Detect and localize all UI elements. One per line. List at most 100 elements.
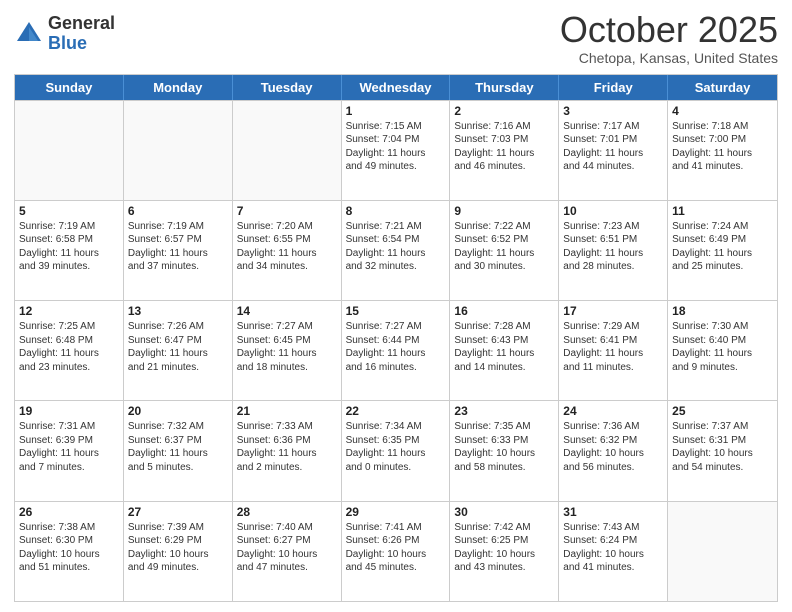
day-info: Sunrise: 7:27 AM Sunset: 6:44 PM Dayligh… <box>346 320 446 374</box>
day-info: Sunrise: 7:33 AM Sunset: 6:36 PM Dayligh… <box>237 420 337 474</box>
logo: General Blue <box>14 14 115 54</box>
day-number: 3 <box>563 104 663 118</box>
day-info: Sunrise: 7:19 AM Sunset: 6:57 PM Dayligh… <box>128 220 228 274</box>
day-info: Sunrise: 7:24 AM Sunset: 6:49 PM Dayligh… <box>672 220 773 274</box>
day-number: 21 <box>237 404 337 418</box>
day-info: Sunrise: 7:22 AM Sunset: 6:52 PM Dayligh… <box>454 220 554 274</box>
month-title: October 2025 <box>560 10 778 50</box>
day-number: 14 <box>237 304 337 318</box>
calendar-week-3: 12 Sunrise: 7:25 AM Sunset: 6:48 PM Dayli… <box>15 300 777 400</box>
day-number: 8 <box>346 204 446 218</box>
header-day-thursday: Thursday <box>450 75 559 100</box>
day-number: 7 <box>237 204 337 218</box>
day-cell-9: 9 Sunrise: 7:22 AM Sunset: 6:52 PM Daylig… <box>450 201 559 300</box>
day-number: 9 <box>454 204 554 218</box>
day-cell-empty <box>124 101 233 200</box>
header-day-sunday: Sunday <box>15 75 124 100</box>
day-number: 12 <box>19 304 119 318</box>
day-number: 6 <box>128 204 228 218</box>
calendar-week-4: 19 Sunrise: 7:31 AM Sunset: 6:39 PM Dayli… <box>15 400 777 500</box>
day-info: Sunrise: 7:31 AM Sunset: 6:39 PM Dayligh… <box>19 420 119 474</box>
day-info: Sunrise: 7:27 AM Sunset: 6:45 PM Dayligh… <box>237 320 337 374</box>
day-number: 2 <box>454 104 554 118</box>
logo-general-text: General <box>48 14 115 34</box>
day-number: 27 <box>128 505 228 519</box>
day-cell-19: 19 Sunrise: 7:31 AM Sunset: 6:39 PM Dayli… <box>15 401 124 500</box>
day-number: 5 <box>19 204 119 218</box>
day-info: Sunrise: 7:42 AM Sunset: 6:25 PM Dayligh… <box>454 521 554 575</box>
day-info: Sunrise: 7:25 AM Sunset: 6:48 PM Dayligh… <box>19 320 119 374</box>
day-cell-3: 3 Sunrise: 7:17 AM Sunset: 7:01 PM Daylig… <box>559 101 668 200</box>
day-number: 19 <box>19 404 119 418</box>
calendar-week-5: 26 Sunrise: 7:38 AM Sunset: 6:30 PM Dayli… <box>15 501 777 601</box>
day-info: Sunrise: 7:16 AM Sunset: 7:03 PM Dayligh… <box>454 120 554 174</box>
day-cell-15: 15 Sunrise: 7:27 AM Sunset: 6:44 PM Dayli… <box>342 301 451 400</box>
calendar-week-2: 5Sunrise: 7:19 AM Sunset: 6:58 PM Daylig… <box>15 200 777 300</box>
day-info: Sunrise: 7:28 AM Sunset: 6:43 PM Dayligh… <box>454 320 554 374</box>
day-cell-8: 8 Sunrise: 7:21 AM Sunset: 6:54 PM Daylig… <box>342 201 451 300</box>
title-block: October 2025 Chetopa, Kansas, United Sta… <box>560 10 778 66</box>
day-cell-30: 30 Sunrise: 7:42 AM Sunset: 6:25 PM Dayli… <box>450 502 559 601</box>
calendar-week-1: 1 Sunrise: 7:15 AM Sunset: 7:04 PM Daylig… <box>15 100 777 200</box>
day-number: 15 <box>346 304 446 318</box>
day-number: 30 <box>454 505 554 519</box>
header-day-saturday: Saturday <box>668 75 777 100</box>
day-info: Sunrise: 7:23 AM Sunset: 6:51 PM Dayligh… <box>563 220 663 274</box>
day-info: Sunrise: 7:39 AM Sunset: 6:29 PM Dayligh… <box>128 521 228 575</box>
day-cell-7: 7Sunrise: 7:20 AM Sunset: 6:55 PM Daylig… <box>233 201 342 300</box>
day-number: 4 <box>672 104 773 118</box>
day-cell-22: 22 Sunrise: 7:34 AM Sunset: 6:35 PM Dayli… <box>342 401 451 500</box>
day-cell-20: 20Sunrise: 7:32 AM Sunset: 6:37 PM Dayli… <box>124 401 233 500</box>
day-number: 11 <box>672 204 773 218</box>
day-number: 10 <box>563 204 663 218</box>
day-number: 26 <box>19 505 119 519</box>
calendar-body: 1 Sunrise: 7:15 AM Sunset: 7:04 PM Daylig… <box>15 100 777 601</box>
page: General Blue October 2025 Chetopa, Kansa… <box>0 0 792 612</box>
logo-blue-text: Blue <box>48 34 115 54</box>
day-info: Sunrise: 7:35 AM Sunset: 6:33 PM Dayligh… <box>454 420 554 474</box>
day-cell-26: 26 Sunrise: 7:38 AM Sunset: 6:30 PM Dayli… <box>15 502 124 601</box>
day-cell-18: 18Sunrise: 7:30 AM Sunset: 6:40 PM Dayli… <box>668 301 777 400</box>
day-cell-25: 25Sunrise: 7:37 AM Sunset: 6:31 PM Dayli… <box>668 401 777 500</box>
calendar-header: SundayMondayTuesdayWednesdayThursdayFrid… <box>15 75 777 100</box>
day-cell-24: 24Sunrise: 7:36 AM Sunset: 6:32 PM Dayli… <box>559 401 668 500</box>
header: General Blue October 2025 Chetopa, Kansa… <box>14 10 778 66</box>
day-info: Sunrise: 7:18 AM Sunset: 7:00 PM Dayligh… <box>672 120 773 174</box>
day-cell-empty <box>668 502 777 601</box>
day-info: Sunrise: 7:38 AM Sunset: 6:30 PM Dayligh… <box>19 521 119 575</box>
day-cell-6: 6 Sunrise: 7:19 AM Sunset: 6:57 PM Daylig… <box>124 201 233 300</box>
day-cell-5: 5Sunrise: 7:19 AM Sunset: 6:58 PM Daylig… <box>15 201 124 300</box>
day-info: Sunrise: 7:41 AM Sunset: 6:26 PM Dayligh… <box>346 521 446 575</box>
day-cell-empty <box>233 101 342 200</box>
day-number: 16 <box>454 304 554 318</box>
day-cell-10: 10 Sunrise: 7:23 AM Sunset: 6:51 PM Dayli… <box>559 201 668 300</box>
day-number: 17 <box>563 304 663 318</box>
day-cell-14: 14 Sunrise: 7:27 AM Sunset: 6:45 PM Dayli… <box>233 301 342 400</box>
day-cell-29: 29Sunrise: 7:41 AM Sunset: 6:26 PM Dayli… <box>342 502 451 601</box>
calendar: SundayMondayTuesdayWednesdayThursdayFrid… <box>14 74 778 602</box>
day-info: Sunrise: 7:15 AM Sunset: 7:04 PM Dayligh… <box>346 120 446 174</box>
day-info: Sunrise: 7:32 AM Sunset: 6:37 PM Dayligh… <box>128 420 228 474</box>
day-cell-23: 23Sunrise: 7:35 AM Sunset: 6:33 PM Dayli… <box>450 401 559 500</box>
logo-text: General Blue <box>48 14 115 54</box>
day-number: 1 <box>346 104 446 118</box>
day-cell-16: 16 Sunrise: 7:28 AM Sunset: 6:43 PM Dayli… <box>450 301 559 400</box>
day-info: Sunrise: 7:43 AM Sunset: 6:24 PM Dayligh… <box>563 521 663 575</box>
day-info: Sunrise: 7:40 AM Sunset: 6:27 PM Dayligh… <box>237 521 337 575</box>
day-cell-1: 1 Sunrise: 7:15 AM Sunset: 7:04 PM Daylig… <box>342 101 451 200</box>
day-info: Sunrise: 7:17 AM Sunset: 7:01 PM Dayligh… <box>563 120 663 174</box>
day-info: Sunrise: 7:36 AM Sunset: 6:32 PM Dayligh… <box>563 420 663 474</box>
day-number: 22 <box>346 404 446 418</box>
day-cell-13: 13Sunrise: 7:26 AM Sunset: 6:47 PM Dayli… <box>124 301 233 400</box>
day-info: Sunrise: 7:21 AM Sunset: 6:54 PM Dayligh… <box>346 220 446 274</box>
day-info: Sunrise: 7:34 AM Sunset: 6:35 PM Dayligh… <box>346 420 446 474</box>
day-cell-4: 4 Sunrise: 7:18 AM Sunset: 7:00 PM Daylig… <box>668 101 777 200</box>
day-number: 28 <box>237 505 337 519</box>
day-cell-2: 2 Sunrise: 7:16 AM Sunset: 7:03 PM Daylig… <box>450 101 559 200</box>
header-day-wednesday: Wednesday <box>342 75 451 100</box>
day-info: Sunrise: 7:29 AM Sunset: 6:41 PM Dayligh… <box>563 320 663 374</box>
logo-icon <box>14 19 44 49</box>
day-number: 25 <box>672 404 773 418</box>
day-cell-31: 31Sunrise: 7:43 AM Sunset: 6:24 PM Dayli… <box>559 502 668 601</box>
header-day-friday: Friday <box>559 75 668 100</box>
